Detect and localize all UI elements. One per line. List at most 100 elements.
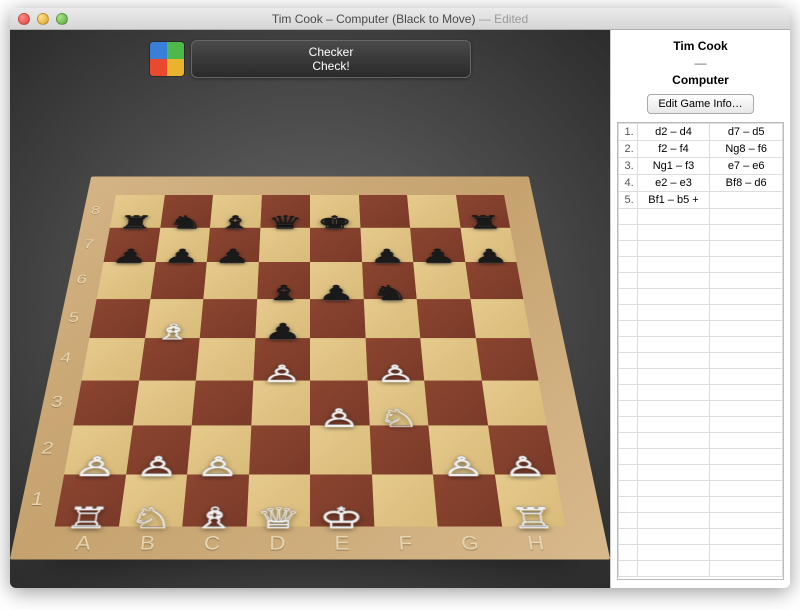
- square[interactable]: [200, 299, 257, 338]
- piece-white-q[interactable]: ♕: [246, 503, 310, 532]
- piece-black-n[interactable]: ♞: [159, 213, 210, 231]
- piece-black-p[interactable]: ♟: [361, 247, 413, 266]
- square[interactable]: [481, 380, 546, 425]
- move-row[interactable]: [619, 241, 783, 257]
- square[interactable]: [150, 262, 207, 299]
- piece-white-b[interactable]: ♗: [182, 503, 247, 532]
- piece-black-p[interactable]: ♟: [103, 247, 157, 266]
- square[interactable]: [310, 338, 367, 380]
- piece-black-q[interactable]: ♛: [260, 213, 310, 231]
- chess-board[interactable]: 87654321 ABCDEFGH ♜♞♝♛♚♜♟♟♟♟♟♟♝♟♞♗♟♙♙♙♘♙…: [55, 195, 566, 526]
- move-cell: [710, 273, 783, 289]
- piece-black-n[interactable]: ♞: [363, 283, 417, 303]
- piece-white-k[interactable]: ♔: [310, 503, 374, 532]
- piece-white-n[interactable]: ♘: [118, 503, 184, 532]
- move-row[interactable]: 3.Ng1 – f3e7 – e6: [619, 158, 783, 175]
- move-row[interactable]: [619, 401, 783, 417]
- square[interactable]: [420, 338, 481, 380]
- piece-black-r[interactable]: ♜: [109, 213, 161, 231]
- move-row[interactable]: 4.e2 – e3Bf8 – d6: [619, 175, 783, 192]
- square[interactable]: [465, 262, 523, 299]
- move-row[interactable]: 5.Bf1 – b5 +: [619, 192, 783, 209]
- piece-white-p[interactable]: ♙: [366, 362, 424, 385]
- piece-black-p[interactable]: ♟: [206, 247, 258, 266]
- titlebar[interactable]: Tim Cook – Computer (Black to Move) — Ed…: [10, 8, 790, 30]
- piece-black-p[interactable]: ♟: [310, 283, 363, 303]
- move-row[interactable]: [619, 385, 783, 401]
- move-row[interactable]: 1.d2 – d4d7 – d5: [619, 124, 783, 141]
- square[interactable]: [369, 425, 433, 474]
- square[interactable]: [203, 262, 258, 299]
- move-row[interactable]: [619, 529, 783, 545]
- piece-black-p[interactable]: ♟: [155, 247, 208, 266]
- move-row[interactable]: [619, 353, 783, 369]
- square[interactable]: [249, 425, 310, 474]
- square[interactable]: [82, 338, 145, 380]
- move-row[interactable]: [619, 289, 783, 305]
- square[interactable]: [132, 380, 195, 425]
- square[interactable]: [310, 299, 365, 338]
- piece-black-b[interactable]: ♝: [256, 283, 309, 303]
- piece-black-b[interactable]: ♝: [210, 213, 261, 231]
- square[interactable]: [310, 425, 371, 474]
- move-row[interactable]: [619, 449, 783, 465]
- minimize-icon[interactable]: [37, 13, 49, 25]
- square[interactable]: [97, 262, 155, 299]
- piece-black-p[interactable]: ♟: [412, 247, 465, 266]
- piece-white-p[interactable]: ♙: [491, 453, 556, 480]
- square[interactable]: [192, 380, 253, 425]
- move-row[interactable]: 2.f2 – f4Ng8 – f6: [619, 141, 783, 158]
- zoom-icon[interactable]: [56, 13, 68, 25]
- square[interactable]: [413, 262, 470, 299]
- move-row[interactable]: [619, 545, 783, 561]
- move-row[interactable]: [619, 305, 783, 321]
- square[interactable]: [363, 299, 420, 338]
- square[interactable]: [89, 299, 150, 338]
- square[interactable]: [433, 474, 502, 526]
- square[interactable]: [359, 195, 411, 227]
- piece-white-r[interactable]: ♖: [53, 503, 121, 532]
- square[interactable]: [407, 195, 460, 227]
- square[interactable]: [251, 380, 310, 425]
- move-row[interactable]: [619, 481, 783, 497]
- square[interactable]: [310, 227, 362, 262]
- square[interactable]: [196, 338, 255, 380]
- move-list[interactable]: 1.d2 – d4d7 – d52.f2 – f4Ng8 – f63.Ng1 –…: [617, 122, 784, 580]
- square[interactable]: [470, 299, 531, 338]
- move-row[interactable]: [619, 497, 783, 513]
- piece-white-p[interactable]: ♙: [187, 453, 249, 480]
- piece-white-p[interactable]: ♙: [431, 453, 495, 480]
- move-row[interactable]: [619, 321, 783, 337]
- piece-white-p[interactable]: ♙: [310, 406, 369, 431]
- close-icon[interactable]: [18, 13, 30, 25]
- piece-white-p[interactable]: ♙: [253, 362, 310, 385]
- move-row[interactable]: [619, 273, 783, 289]
- piece-white-p[interactable]: ♙: [125, 453, 189, 480]
- piece-white-p[interactable]: ♙: [63, 453, 128, 480]
- square[interactable]: [475, 338, 538, 380]
- piece-black-p[interactable]: ♟: [463, 247, 517, 266]
- move-row[interactable]: [619, 209, 783, 225]
- piece-white-n[interactable]: ♘: [368, 406, 428, 431]
- square[interactable]: [139, 338, 200, 380]
- move-row[interactable]: [619, 561, 783, 577]
- square[interactable]: [73, 380, 138, 425]
- piece-black-r[interactable]: ♜: [458, 213, 510, 231]
- move-row[interactable]: [619, 369, 783, 385]
- move-row[interactable]: [619, 433, 783, 449]
- move-row[interactable]: [619, 465, 783, 481]
- move-row[interactable]: [619, 337, 783, 353]
- move-row[interactable]: [619, 257, 783, 273]
- edit-game-button[interactable]: Edit Game Info…: [647, 94, 753, 114]
- piece-white-r[interactable]: ♖: [498, 503, 566, 532]
- move-row[interactable]: [619, 513, 783, 529]
- piece-white-b[interactable]: ♗: [144, 321, 201, 343]
- square[interactable]: [424, 380, 487, 425]
- square[interactable]: [371, 474, 437, 526]
- square[interactable]: [258, 227, 310, 262]
- move-row[interactable]: [619, 225, 783, 241]
- square[interactable]: [417, 299, 476, 338]
- piece-black-p[interactable]: ♟: [255, 321, 310, 343]
- move-row[interactable]: [619, 417, 783, 433]
- piece-black-k[interactable]: ♚: [310, 213, 360, 231]
